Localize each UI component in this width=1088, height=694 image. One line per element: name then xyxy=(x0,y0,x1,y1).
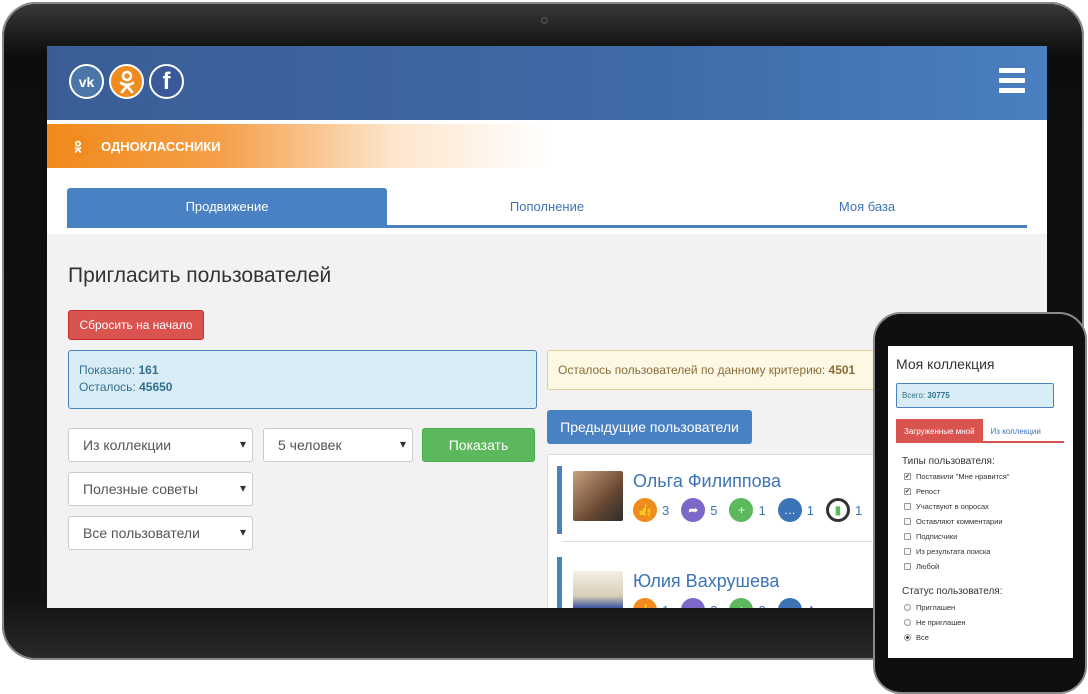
total-info-box: Всего: 30775 xyxy=(896,383,1054,408)
type-subscribers[interactable]: Подписчики xyxy=(904,532,957,541)
comments-count: 4 xyxy=(807,603,814,609)
type-liked[interactable]: ✔ Поставили "Мне нравится" xyxy=(904,472,1009,481)
tabs: Продвижение Пополнение Моя база xyxy=(67,188,1027,228)
show-button[interactable]: Показать xyxy=(422,428,535,462)
checkbox[interactable] xyxy=(904,518,911,525)
tab-replenish[interactable]: Пополнение xyxy=(387,188,707,225)
vk-icon[interactable]: vk xyxy=(69,64,104,99)
radio[interactable] xyxy=(904,634,911,641)
phone-frame: Моя коллекция Всего: 30775 Загруженные м… xyxy=(873,312,1087,694)
user-stats: 👍 3 ➦ 5 +1 … 1 ▮ 1 xyxy=(633,498,874,522)
collection-title: Моя коллекция xyxy=(896,356,995,372)
type-label: Из результата поиска xyxy=(916,547,991,556)
facebook-icon[interactable]: f xyxy=(149,64,184,99)
checkbox[interactable]: ✔ xyxy=(904,488,911,495)
type-repost[interactable]: ✔ Репост xyxy=(904,487,940,496)
camera xyxy=(541,17,548,24)
checkbox[interactable] xyxy=(904,503,911,510)
previous-users-button[interactable]: Предыдущие пользователи xyxy=(547,410,752,444)
tab-from-collection[interactable]: Из коллекции xyxy=(983,419,1049,441)
type-label: Поставили "Мне нравится" xyxy=(916,472,1010,481)
remaining-warning: Осталось пользователей по данному критер… xyxy=(547,350,887,390)
tabs-row: Продвижение Пополнение Моя база xyxy=(47,168,1047,234)
type-label: Оставляют комментарии xyxy=(916,517,1003,526)
reposts-count: 2 xyxy=(710,603,717,609)
status-label: Все xyxy=(916,633,929,642)
friends-count: 2 xyxy=(758,603,765,609)
type-label: Подписчики xyxy=(916,532,958,541)
left-value: 45650 xyxy=(139,380,173,394)
checkbox[interactable] xyxy=(904,533,911,540)
avatar[interactable] xyxy=(573,471,623,521)
user-stats: 👍 1 ➦ 2 +2 … 4 xyxy=(633,598,826,608)
checkbox[interactable] xyxy=(904,563,911,570)
type-polls[interactable]: Участвуют в опросах xyxy=(904,502,989,511)
status-label: Приглашен xyxy=(916,603,956,612)
stats-info-box: Показано: 161 Осталось: 45650 xyxy=(68,350,537,409)
activity-count: 1 xyxy=(854,502,863,518)
shown-value: 161 xyxy=(138,363,159,377)
count-select[interactable]: 5 человек xyxy=(263,428,413,462)
odnoklassniki-icon[interactable] xyxy=(109,64,144,99)
checkbox[interactable]: ✔ xyxy=(904,473,911,480)
friends-count: 1 xyxy=(758,502,766,518)
repost-icon: ➦ xyxy=(681,498,706,522)
comment-icon: … xyxy=(777,498,802,522)
user-status-title: Статус пользователя: xyxy=(902,586,1003,597)
type-label: Участвуют в опросах xyxy=(916,502,989,511)
comments-count: 1 xyxy=(806,502,814,518)
users-select[interactable]: Все пользователи xyxy=(68,516,253,550)
tab-promotion[interactable]: Продвижение xyxy=(67,188,387,225)
total-value: 30775 xyxy=(927,391,950,400)
reset-button[interactable]: Сбросить на начало xyxy=(68,310,204,340)
status-invited[interactable]: Приглашен xyxy=(904,603,955,612)
network-bar: ОДНОКЛАССНИКИ xyxy=(47,120,1047,169)
comment-icon: … xyxy=(777,598,802,608)
likes-count: 3 xyxy=(662,502,670,518)
repost-icon: ➦ xyxy=(681,598,706,608)
type-label: Репост xyxy=(916,487,941,496)
user-list: Ольга Филиппова 👍 3 ➦ 5 +1 … 1 ▮ 1 Юлия Вахр… xyxy=(547,454,887,608)
add-friend-icon: + xyxy=(729,598,754,608)
type-comments[interactable]: Оставляют комментарии xyxy=(904,517,1003,526)
app-header: vk f xyxy=(47,46,1047,120)
tab-my-base[interactable]: Моя база xyxy=(707,188,1027,225)
user-types-title: Типы пользователя: xyxy=(902,456,995,467)
shown-label: Показано: xyxy=(79,363,139,377)
remaining-value: 4501 xyxy=(828,363,856,377)
list-item: Юлия Вахрушева 👍 1 ➦ 2 +2 … 4 xyxy=(557,557,886,608)
reposts-count: 5 xyxy=(710,502,718,518)
type-search-result[interactable]: Из результата поиска xyxy=(904,547,990,556)
odnoklassniki-icon xyxy=(67,135,89,158)
checkbox[interactable] xyxy=(904,548,911,555)
tab-uploaded[interactable]: Загруженные мной xyxy=(896,419,983,441)
collection-tabs: Загруженные мной Из коллекции xyxy=(896,419,1064,443)
source-select[interactable]: Из коллекции xyxy=(68,428,253,462)
type-any[interactable]: Любой xyxy=(904,562,939,571)
total-label: Всего: xyxy=(902,391,928,400)
activity-icon: ▮ xyxy=(825,498,850,522)
left-label: Осталось: xyxy=(79,380,140,394)
like-icon: 👍 xyxy=(633,598,657,608)
hamburger-icon[interactable] xyxy=(999,68,1025,96)
list-item: Ольга Филиппова 👍 3 ➦ 5 +1 … 1 ▮ 1 xyxy=(557,466,886,534)
remaining-text: Осталось пользователей по данному критер… xyxy=(558,363,829,377)
avatar[interactable] xyxy=(573,571,623,608)
type-label: Любой xyxy=(916,562,940,571)
add-friend-icon: + xyxy=(729,498,754,522)
likes-count: 1 xyxy=(662,603,669,609)
phone-screen: Моя коллекция Всего: 30775 Загруженные м… xyxy=(888,346,1073,658)
status-label: Не приглашен xyxy=(916,618,966,627)
tips-select[interactable]: Полезные советы xyxy=(68,472,253,506)
radio[interactable] xyxy=(904,619,911,626)
user-name[interactable]: Ольга Филиппова xyxy=(633,471,781,492)
network-label: ОДНОКЛАССНИКИ xyxy=(101,139,221,154)
page-title: Пригласить пользователей xyxy=(68,264,332,287)
like-icon: 👍 xyxy=(633,498,657,522)
user-name[interactable]: Юлия Вахрушева xyxy=(633,571,779,592)
radio[interactable] xyxy=(904,604,911,611)
status-all[interactable]: Все xyxy=(904,633,929,642)
status-not-invited[interactable]: Не приглашен xyxy=(904,618,966,627)
